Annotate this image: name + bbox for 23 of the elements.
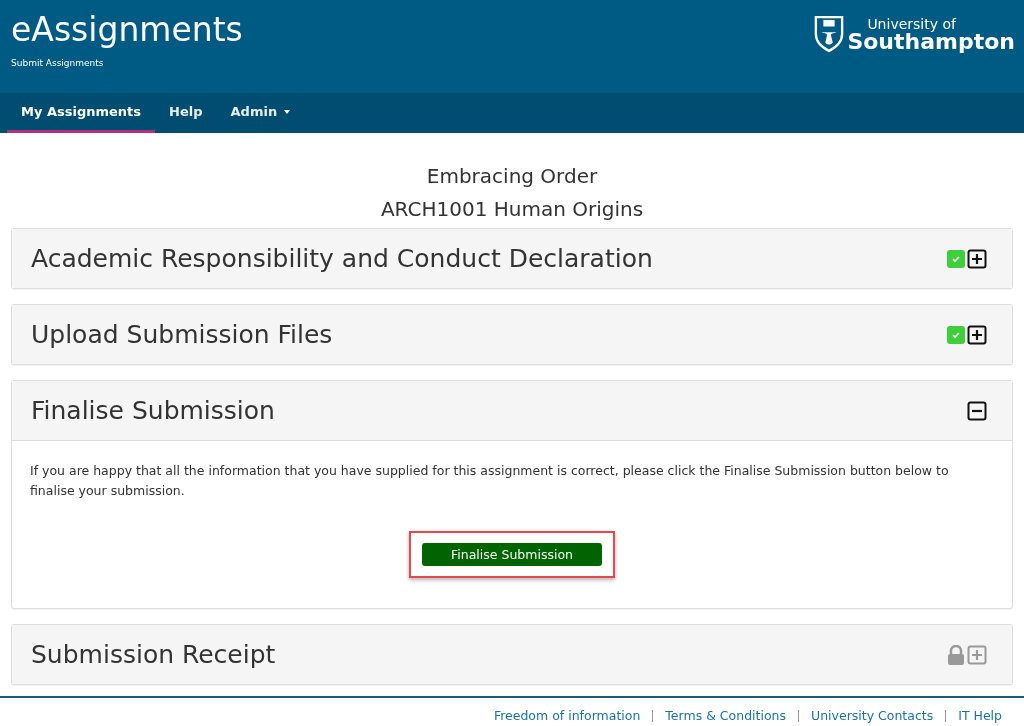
section-title: Academic Responsibility and Conduct Declaration <box>31 244 653 273</box>
expand-icon[interactable] <box>967 324 987 345</box>
nav-tab[interactable]: Admin <box>216 93 305 133</box>
assignment-title: Embracing Order <box>426 163 598 190</box>
nav-tab[interactable]: Help <box>155 93 217 133</box>
module-title: ARCH1001 Human Origins <box>380 196 644 223</box>
section-title: Upload Submission Files <box>31 320 333 349</box>
collapse-icon[interactable] <box>967 400 987 421</box>
nav-tab[interactable]: My Assignments <box>7 93 156 133</box>
footer-link[interactable]: University Contacts <box>798 710 946 722</box>
expand-icon[interactable] <box>967 248 987 269</box>
app-title: eAssignments <box>11 10 243 50</box>
logo-text: Southampton <box>847 31 1015 53</box>
section-title: Submission Receipt <box>31 640 276 669</box>
instruction-text: If you are happy that all the information that you have supplied for this assignment is correct, please click the Finalise Submission button below to finalise your submission. <box>30 462 950 500</box>
shield-icon <box>814 15 845 53</box>
footer-link[interactable]: Freedom of information <box>481 710 653 722</box>
footer-link[interactable]: IT Help <box>945 710 1014 722</box>
section-title: Finalise Submission <box>31 396 275 425</box>
app-subtitle: Submit Assignments <box>11 58 105 68</box>
footer-link[interactable]: Terms & Conditions <box>652 710 798 722</box>
finalise-button[interactable]: Finalise Submission <box>422 543 602 566</box>
logo-text: University of <box>867 17 958 31</box>
